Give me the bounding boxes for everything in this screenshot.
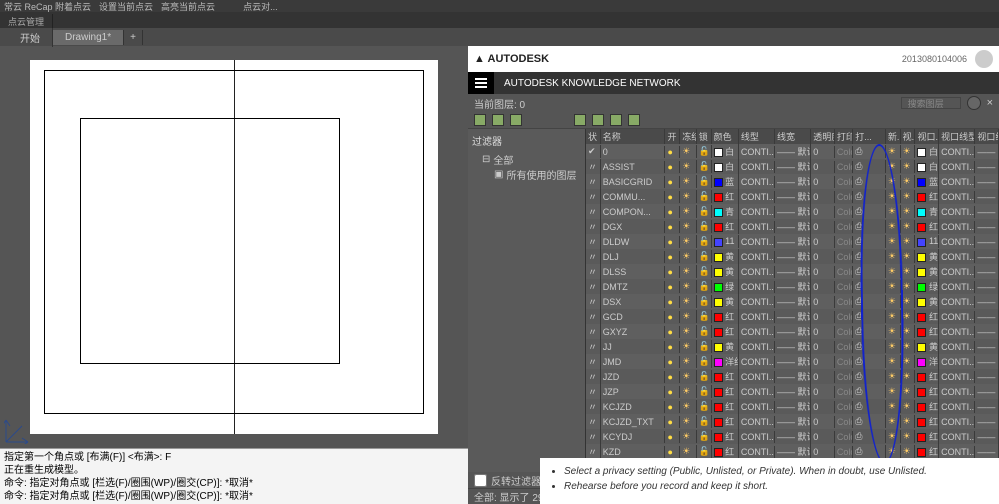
menu-item[interactable]: 常云 ReCap 附着点云: [4, 0, 91, 13]
col-vplineweight[interactable]: 视口线...: [975, 129, 999, 144]
panel-toolbar: [468, 112, 999, 128]
table-row[interactable]: 〃DLDW●☀🔓 11CONTI...—— 默认0Color_1...⎙☀☀ 1…: [586, 234, 999, 249]
cmd-text: 正在重生成模型。: [4, 464, 464, 477]
invert-checkbox[interactable]: [474, 474, 487, 487]
rect-inner: [80, 118, 340, 364]
filter-tree: 过滤器 ⊟ 全部 ▣ 所有使用的图层: [468, 129, 586, 472]
col-name[interactable]: 名称: [601, 129, 666, 144]
table-row[interactable]: 〃BASICGRID●☀🔓 蓝CONTI...—— 默认0Color_5⎙☀☀ …: [586, 174, 999, 189]
table-row[interactable]: 〃GXYZ●☀🔓 红CONTI...—— 默认0Color_1⎙☀☀ 红CONT…: [586, 324, 999, 339]
akn-subheader: AUTODESK KNOWLEDGE NETWORK: [468, 72, 999, 94]
autodesk-logo: ▲ AUTODESK: [474, 53, 549, 65]
table-row[interactable]: 〃KCJZD●☀🔓 红CONTI...—— 默认0Color_1⎙☀☀ 红CON…: [586, 399, 999, 414]
layer-panel: 当前图层: 0 搜索图层 × 过滤器 ⊟ 全: [468, 94, 999, 504]
layer-states-icon[interactable]: [574, 114, 586, 126]
set-current-icon[interactable]: [510, 114, 522, 126]
table-row[interactable]: 〃JMD●☀🔓 洋红CONTI...—— 默认0Color_6⎙☀☀ 洋红CON…: [586, 354, 999, 369]
table-row[interactable]: 〃KCYDJ●☀🔓 红CONTI...—— 默认0Color_1⎙☀☀ 红CON…: [586, 429, 999, 444]
col-vplinetype[interactable]: 视口线型: [939, 129, 975, 144]
col-linetype[interactable]: 线型: [739, 129, 775, 144]
menu-group[interactable]: 点云对...: [243, 0, 278, 13]
cmd-text: 指定第一个角点或 [布满(F)] <布满>: F: [4, 451, 464, 464]
layer-grid[interactable]: 状 名称 开 冻结 锁 颜色 线型 线宽 透明度 打印... 打... 新...…: [586, 129, 999, 472]
table-row[interactable]: 〃KZD●☀🔓 红CONTI...—— 默认0Color_1⎙☀☀ 红CONTI…: [586, 444, 999, 459]
new-layer-icon[interactable]: [474, 114, 486, 126]
ucs-icon: [4, 414, 34, 444]
akn-header: ▲ AUTODESK 2013080104006: [468, 46, 999, 72]
file-tabs: 开始 Drawing1* +: [0, 28, 999, 46]
table-row[interactable]: 〃JZD●☀🔓 红CONTI...—— 默认0Color_1⎙☀☀ 红CONTI…: [586, 369, 999, 384]
user-name[interactable]: 2013080104006: [902, 54, 967, 64]
grid-header: 状 名称 开 冻结 锁 颜色 线型 线宽 透明度 打印... 打... 新...…: [586, 129, 999, 144]
table-row[interactable]: 〃DLJ●☀🔓 黄CONTI...—— 默认0Color_2⎙☀☀ 黄CONTI…: [586, 249, 999, 264]
col-newvp[interactable]: 新...: [886, 129, 901, 144]
table-row[interactable]: 〃COMPON...●☀🔓 青CONTI...—— 默认0Color_4⎙☀☀ …: [586, 204, 999, 219]
col-plotstyle[interactable]: 打印...: [835, 129, 853, 144]
menu-icon[interactable]: [468, 72, 494, 94]
delete-layer-icon[interactable]: [492, 114, 504, 126]
menu-item[interactable]: 高亮当前点云: [161, 0, 215, 13]
col-lineweight[interactable]: 线宽: [775, 129, 811, 144]
cmd-text: 命令: 指定对角点或 [栏选(F)/圈围(WP)/圈交(CP)]: *取消*: [4, 477, 464, 490]
ribbon: 点云管理: [0, 12, 999, 28]
refresh-icon[interactable]: [628, 114, 640, 126]
panel-title: 当前图层: 0: [474, 96, 525, 111]
col-freeze[interactable]: 冻结: [680, 129, 697, 144]
close-icon[interactable]: ×: [987, 97, 993, 109]
top-menu: 常云 ReCap 附着点云 设置当前点云 高亮当前点云 点云对...: [0, 0, 999, 12]
col-on[interactable]: 开: [665, 129, 680, 144]
avatar[interactable]: [975, 50, 993, 68]
col-status[interactable]: 状: [586, 129, 601, 144]
col-vpfreeze[interactable]: 视...: [901, 129, 916, 144]
col-color[interactable]: 颜色: [712, 129, 739, 144]
new-filter-icon[interactable]: [592, 114, 604, 126]
menu-item[interactable]: 设置当前点云: [99, 0, 153, 13]
table-row[interactable]: 〃DMTZ●☀🔓 绿CONTI...—— 默认0Color_3⎙☀☀ 绿CONT…: [586, 279, 999, 294]
help-content: Select a privacy setting (Public, Unlist…: [540, 458, 999, 504]
col-transparency[interactable]: 透明度: [811, 129, 835, 144]
table-row[interactable]: 〃GCD●☀🔓 红CONTI...—— 默认0Color_1⎙☀☀ 红CONTI…: [586, 309, 999, 324]
gear-icon[interactable]: [967, 96, 981, 110]
command-line[interactable]: 指定第一个角点或 [布满(F)] <布满>: F 正在重生成模型。 命令: 指定…: [0, 448, 468, 504]
akn-title: AUTODESK KNOWLEDGE NETWORK: [504, 78, 681, 89]
help-bullet: Select a privacy setting (Public, Unlist…: [564, 464, 989, 479]
search-input[interactable]: 搜索图层: [901, 97, 961, 109]
table-row[interactable]: ✔0●☀🔓 白CONTI...—— 默认0Color_7⎙☀☀ 白CONTI..…: [586, 144, 999, 159]
col-vpcolor[interactable]: 视口...: [915, 129, 939, 144]
filter-title: 过滤器: [472, 133, 581, 148]
drawing-canvas[interactable]: [30, 60, 438, 434]
table-row[interactable]: 〃COMMU...●☀🔓 红CONTI...—— 默认0Color_1⎙☀☀ 红…: [586, 189, 999, 204]
tree-used[interactable]: ▣ 所有使用的图层: [472, 167, 581, 182]
cmd-text: 命令: 指定对角点或 [栏选(F)/圈围(WP)/圈交(CP)]: *取消*: [4, 490, 464, 503]
help-bullet: Rehearse before you record and keep it s…: [564, 479, 989, 494]
tab-new[interactable]: +: [124, 30, 143, 45]
col-plot[interactable]: 打...: [853, 129, 886, 144]
table-row[interactable]: 〃DLSS●☀🔓 黄CONTI...—— 默认0Color_2⎙☀☀ 黄CONT…: [586, 264, 999, 279]
tree-all[interactable]: ⊟ 全部: [472, 152, 581, 167]
tab-start[interactable]: 开始: [8, 28, 53, 47]
table-row[interactable]: 〃DSX●☀🔓 黄CONTI...—— 默认0Color_2⎙☀☀ 黄CONTI…: [586, 294, 999, 309]
ribbon-group: 点云管理: [0, 14, 53, 28]
table-row[interactable]: 〃JJ●☀🔓 黄CONTI...—— 默认0Color_2⎙☀☀ 黄CONTI.…: [586, 339, 999, 354]
table-row[interactable]: 〃DGX●☀🔓 红CONTI...—— 默认0Color_1⎙☀☀ 红CONTI…: [586, 219, 999, 234]
props-filter-icon[interactable]: [610, 114, 622, 126]
tab-file[interactable]: Drawing1*: [53, 30, 124, 45]
table-row[interactable]: 〃KCJZD_TXT●☀🔓 红CONTI...—— 默认0Color⎙☀☀ 红C…: [586, 414, 999, 429]
table-row[interactable]: 〃ASSIST●☀🔓 白CONTI...—— 默认0Color_7⎙☀☀ 白CO…: [586, 159, 999, 174]
table-row[interactable]: 〃JZP●☀🔓 红CONTI...—— 默认0Color_1⎙☀☀ 红CONTI…: [586, 384, 999, 399]
col-lock[interactable]: 锁: [697, 129, 712, 144]
